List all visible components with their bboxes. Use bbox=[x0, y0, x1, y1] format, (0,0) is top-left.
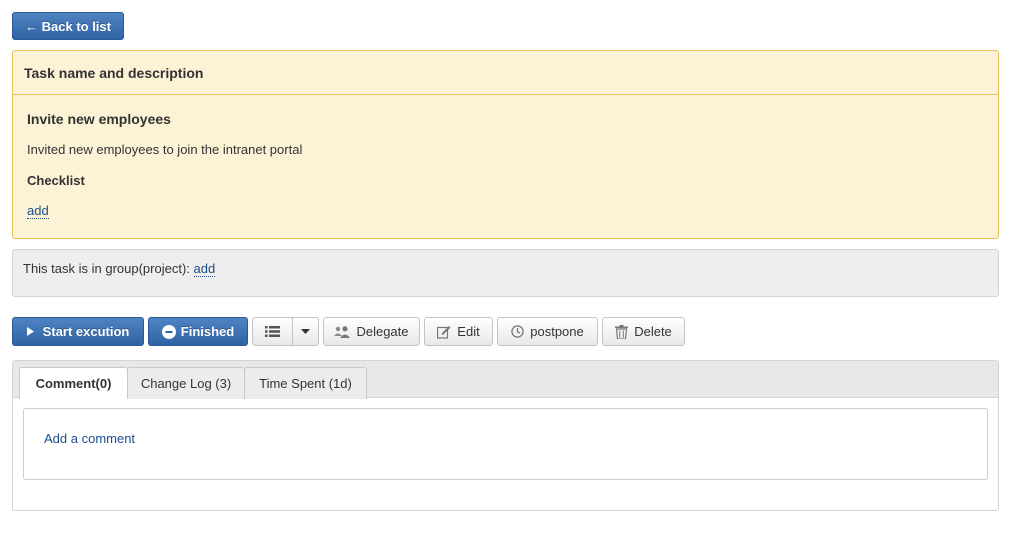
edit-button[interactable]: Edit bbox=[424, 317, 493, 346]
caret-down-icon bbox=[301, 329, 310, 334]
checklist-heading: Checklist bbox=[27, 173, 85, 188]
task-panel-header: Task name and description bbox=[13, 51, 998, 95]
tab-bar: Comment(0) Change Log (3) Time Spent (1d… bbox=[13, 361, 998, 399]
postpone-label: postpone bbox=[530, 324, 584, 339]
task-name-description-panel: Task name and description Invite new emp… bbox=[12, 50, 999, 239]
tab-change-log[interactable]: Change Log (3) bbox=[127, 367, 245, 399]
finished-label: Finished bbox=[180, 324, 235, 339]
back-to-list-label: ← Back to list bbox=[25, 18, 111, 34]
task-title: Invite new employees bbox=[27, 111, 171, 127]
delete-label: Delete bbox=[634, 324, 672, 339]
edit-icon bbox=[437, 325, 451, 339]
play-icon bbox=[26, 327, 34, 336]
list-view-button[interactable] bbox=[252, 317, 293, 346]
edit-label: Edit bbox=[457, 324, 480, 339]
back-to-list-button[interactable]: ← Back to list bbox=[12, 12, 124, 40]
task-description: Invited new employees to join the intran… bbox=[27, 142, 303, 157]
tab-comments[interactable]: Comment(0) bbox=[19, 367, 128, 399]
group-add-link[interactable]: add bbox=[193, 261, 216, 277]
trash-icon bbox=[615, 324, 629, 339]
list-icon bbox=[265, 326, 280, 337]
group-project-label: This task is in group(project): bbox=[23, 261, 190, 276]
comments-box: Add a comment bbox=[23, 408, 988, 480]
clock-icon bbox=[511, 325, 524, 338]
tab-time-spent[interactable]: Time Spent (1d) bbox=[244, 367, 367, 399]
task-details-tabs-panel: Comment(0) Change Log (3) Time Spent (1d… bbox=[12, 360, 999, 511]
postpone-button[interactable]: postpone bbox=[497, 317, 598, 346]
start-execution-label: Start excution bbox=[42, 324, 130, 339]
finished-button[interactable]: Finished bbox=[148, 317, 248, 346]
minus-circle-icon bbox=[161, 324, 176, 339]
start-execution-button[interactable]: Start excution bbox=[12, 317, 144, 346]
add-comment-link[interactable]: Add a comment bbox=[44, 431, 135, 446]
delete-button[interactable]: Delete bbox=[602, 317, 685, 346]
group-project-panel: This task is in group(project): add bbox=[12, 249, 999, 297]
more-actions-dropdown-button[interactable] bbox=[292, 317, 319, 346]
users-icon bbox=[334, 325, 351, 338]
checklist-add-link[interactable]: add bbox=[27, 203, 49, 219]
delegate-label: Delegate bbox=[356, 324, 409, 339]
delegate-button[interactable]: Delegate bbox=[323, 317, 420, 346]
